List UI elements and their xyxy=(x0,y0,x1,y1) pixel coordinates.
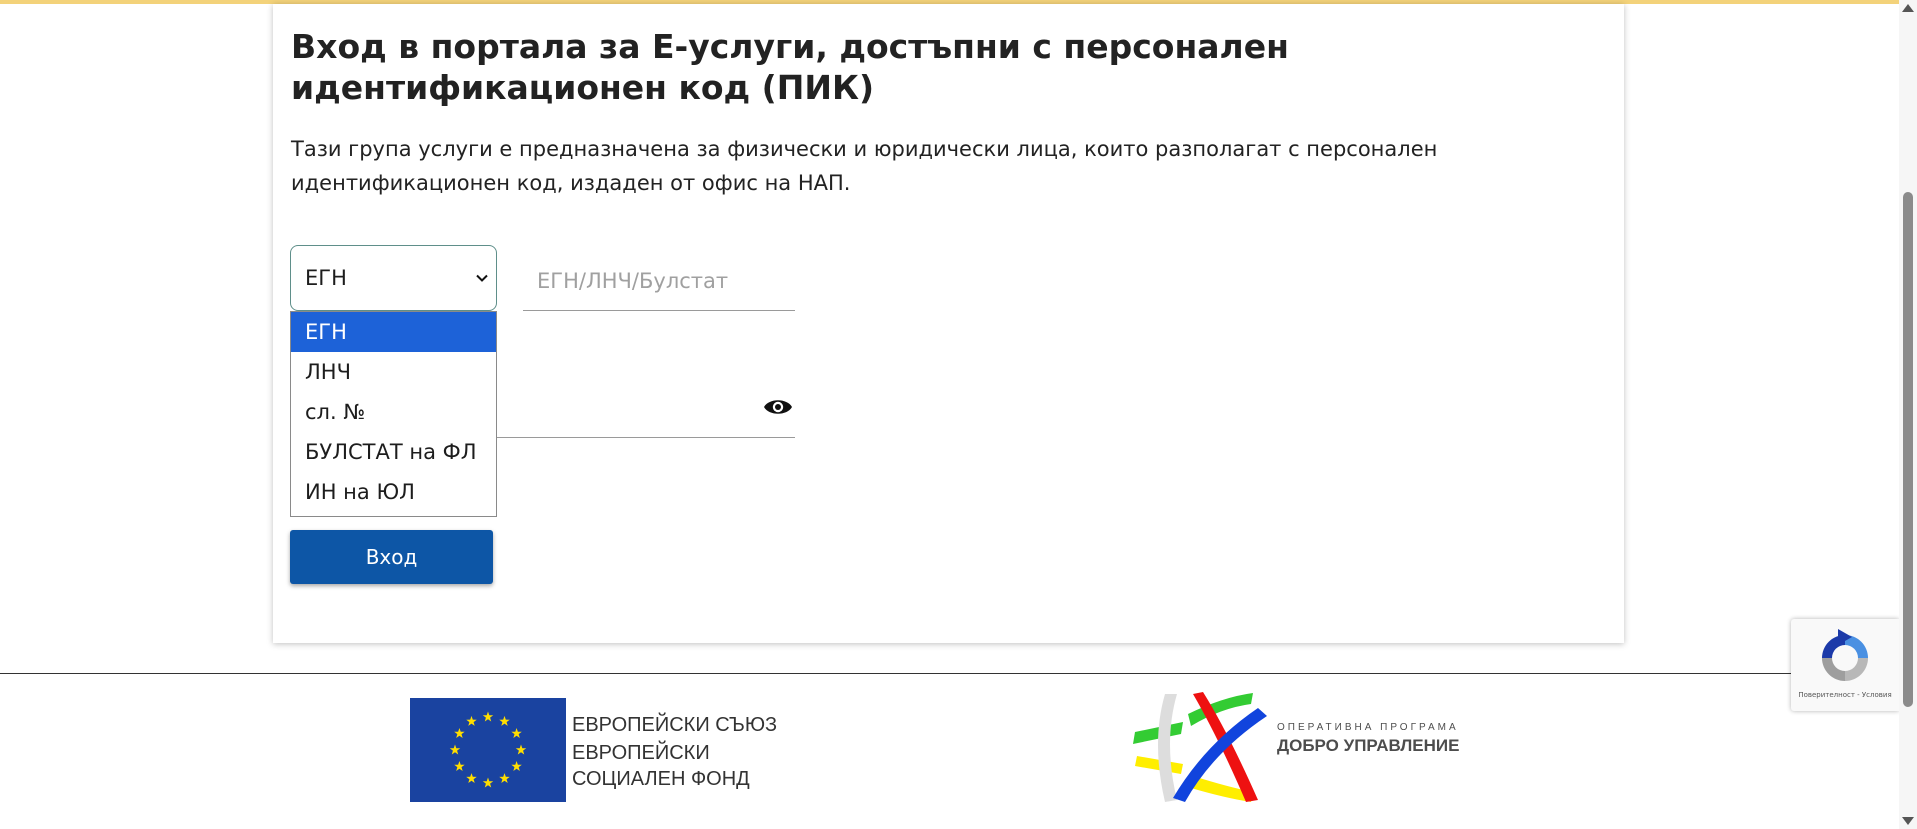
id-type-option-egn[interactable]: ЕГН xyxy=(291,312,496,352)
id-type-option-service-no[interactable]: сл. № xyxy=(291,392,496,432)
page-scrollbar[interactable] xyxy=(1899,0,1917,829)
page-title: Вход в портала за Е-услуги, достъпни с п… xyxy=(291,27,1289,107)
id-number-input[interactable]: ЕГН/ЛНЧ/Булстат xyxy=(523,253,795,311)
eu-logo-text: ЕВРОПЕЙСКИ СЪЮЗ ЕВРОПЕЙСКИ СОЦИАЛЕН ФОНД xyxy=(572,712,777,792)
eu-flag-logo xyxy=(410,698,566,802)
id-type-dropdown: ЕГН ЛНЧ сл. № БУЛСТАТ на ФЛ ИН на ЮЛ xyxy=(290,311,497,517)
id-type-option-in-yul[interactable]: ИН на ЮЛ xyxy=(291,472,496,512)
good-governance-logo xyxy=(1133,692,1267,802)
footer-divider xyxy=(0,673,1917,674)
id-type-select[interactable]: ЕГН xyxy=(290,245,497,311)
op-small-text: ОПЕРАТИВНА ПРОГРАМА xyxy=(1277,722,1459,733)
eu-text-line1: ЕВРОПЕЙСКИ СЪЮЗ xyxy=(572,714,778,736)
scrollbar-thumb[interactable] xyxy=(1903,192,1913,707)
scroll-down-arrow-icon[interactable] xyxy=(1902,817,1914,825)
eye-icon[interactable] xyxy=(763,397,793,417)
eu-text-line3: СОЦИАЛЕН ФОНД xyxy=(572,768,750,790)
page-description: Тази група услуги е предназначена за физ… xyxy=(291,137,1438,195)
id-number-placeholder: ЕГН/ЛНЧ/Булстат xyxy=(537,269,729,293)
login-card: Вход в портала за Е-услуги, достъпни с п… xyxy=(273,4,1624,643)
id-type-option-bulstat-fl[interactable]: БУЛСТАТ на ФЛ xyxy=(291,432,496,472)
eu-text-line2: ЕВРОПЕЙСКИ xyxy=(572,742,710,764)
op-big-text: ДОБРО УПРАВЛЕНИЕ xyxy=(1277,736,1460,755)
recaptcha-privacy-terms[interactable]: Поверителност - Условия xyxy=(1791,691,1899,699)
recaptcha-badge[interactable]: Поверителност - Условия xyxy=(1791,619,1899,711)
login-button[interactable]: Вход xyxy=(290,530,493,584)
scroll-up-arrow-icon[interactable] xyxy=(1902,4,1914,12)
recaptcha-icon xyxy=(1822,629,1868,681)
id-type-selected-value: ЕГН xyxy=(305,266,347,290)
id-type-option-lnch[interactable]: ЛНЧ xyxy=(291,352,496,392)
good-governance-text: ОПЕРАТИВНА ПРОГРАМА ДОБРО УПРАВЛЕНИЕ xyxy=(1277,721,1459,757)
chevron-down-icon xyxy=(476,274,488,282)
